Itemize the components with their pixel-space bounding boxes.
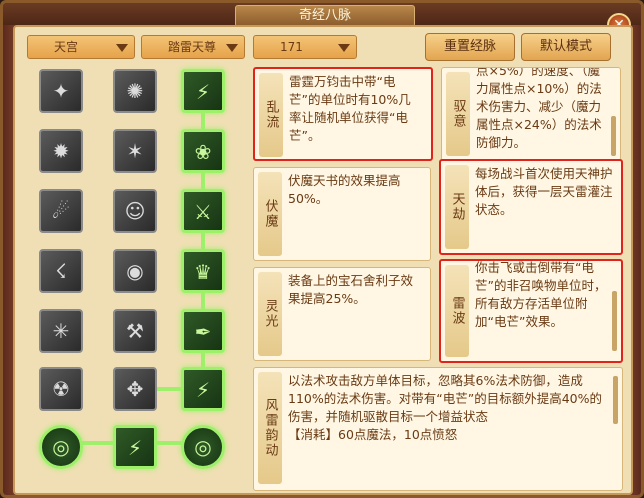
chevron-down-icon	[338, 44, 350, 52]
scrollbar[interactable]	[611, 116, 616, 156]
card-description: 以法术攻击敌方单体目标，忽略其6%法术防御，造成110%的法术伤害。对带有“电芒…	[288, 372, 614, 444]
skill-icon[interactable]: ✺	[113, 69, 157, 113]
card-yuyi[interactable]: 驭意 点×5%）的速度、（魔力属性点×10%）的法术伤害力、减少（魔力属性点×2…	[441, 67, 621, 161]
skill-icon[interactable]: ☢	[39, 367, 83, 411]
card-description: 你击飞或击倒带有“电芒”的非召唤物单位时，所有敌方存活单位附加“电芒”效果。	[475, 260, 607, 329]
skill-icon-active[interactable]: ✒	[181, 309, 225, 353]
skill-icon[interactable]: ◉	[113, 249, 157, 293]
card-description: 点×5%）的速度、（魔力属性点×10%）的法术伤害力、减少（魔力属性点×24%）…	[476, 67, 602, 150]
card-luanliu[interactable]: 乱流 雷霆万钧击中带“电芒”的单位时有10%几率让随机单位获得“电芒”。	[253, 67, 433, 161]
school-value: 天宫	[54, 40, 79, 54]
skill-icon[interactable]: ✶	[113, 129, 157, 173]
skill-icon-active[interactable]: ⚡	[181, 69, 225, 113]
reset-meridian-button[interactable]: 重置经脉	[425, 33, 515, 61]
skill-icon[interactable]: ☇	[39, 249, 83, 293]
card-label: 雷波	[445, 265, 469, 357]
card-description: 伏魔天书的效果提高50%。	[288, 173, 401, 206]
skill-icon-round[interactable]: ◎	[39, 425, 83, 469]
faction-value: 踏雷天尊	[168, 40, 217, 54]
skill-icon-active[interactable]: ⚔	[181, 189, 225, 233]
points-dropdown[interactable]: 171	[253, 35, 357, 59]
skill-cost-text: 【消耗】60点魔法，10点愤怒	[288, 427, 458, 442]
skill-icon-round[interactable]: ◎	[181, 425, 225, 469]
skill-icon[interactable]: ⚒	[113, 309, 157, 353]
school-dropdown[interactable]: 天宫	[27, 35, 135, 59]
skill-icon-active[interactable]: ⚡	[181, 367, 225, 411]
default-mode-button[interactable]: 默认模式	[521, 33, 611, 61]
skill-icon[interactable]: ☺	[113, 189, 157, 233]
skill-icon-active[interactable]: ❀	[181, 129, 225, 173]
card-description: 雷霆万钧击中带“电芒”的单位时有10%几率让随机单位获得“电芒”。	[289, 74, 411, 143]
chevron-down-icon	[116, 44, 128, 52]
skill-icon[interactable]: ✳	[39, 309, 83, 353]
skill-icon[interactable]: ☄	[39, 189, 83, 233]
card-fumo[interactable]: 伏魔 伏魔天书的效果提高50%。	[253, 167, 431, 261]
points-value: 171	[280, 40, 303, 54]
skill-icon-active[interactable]: ⚡	[113, 425, 157, 469]
skill-icon[interactable]: ✦	[39, 69, 83, 113]
card-label: 伏魔	[258, 172, 282, 256]
skill-icon-active[interactable]: ♛	[181, 249, 225, 293]
skill-icon[interactable]: ✥	[113, 367, 157, 411]
card-leibo[interactable]: 雷波 你击飞或击倒带有“电芒”的非召唤物单位时，所有敌方存活单位附加“电芒”效果…	[439, 259, 623, 363]
faction-dropdown[interactable]: 踏雷天尊	[141, 35, 245, 59]
card-fengleiyun[interactable]: 风雷韵动 以法术攻击敌方单体目标，忽略其6%法术防御，造成110%的法术伤害。对…	[253, 367, 623, 491]
chevron-down-icon	[226, 44, 238, 52]
card-label: 乱流	[259, 73, 283, 157]
card-label: 驭意	[446, 72, 470, 156]
card-description: 装备上的宝石舍利子效果提高25%。	[288, 273, 414, 306]
card-lingguang[interactable]: 灵光 装备上的宝石舍利子效果提高25%。	[253, 267, 431, 361]
card-description: 每场战斗首次使用天神护体后，获得一层天雷灌注状态。	[475, 166, 613, 217]
card-label: 灵光	[258, 272, 282, 356]
scrollbar[interactable]	[613, 376, 618, 424]
card-label: 风雷韵动	[258, 372, 282, 484]
skill-icon[interactable]: ✹	[39, 129, 83, 173]
skill-grid: ✦ ✺ ⚡ ✹ ✶ ❀ ☄ ☺ ⚔ ☇ ◉ ♛ ✳ ⚒ ✒ ☢ ✥ ⚡ ◎ ⚡ …	[29, 65, 235, 495]
scrollbar[interactable]	[612, 291, 617, 351]
meridian-window: 奇经八脉 ✕ 天宫 踏雷天尊 171 重置经脉 默认模式 ✦ ✺ ⚡ ✹ ✶ ❀…	[0, 0, 644, 498]
card-label: 天劫	[445, 165, 469, 249]
card-tianjie[interactable]: 天劫 每场战斗首次使用天神护体后，获得一层天雷灌注状态。	[439, 159, 623, 255]
skill-effect-text: 以法术攻击敌方单体目标，忽略其6%法术防御，造成110%的法术伤害。对带有“电芒…	[288, 373, 602, 424]
window-title: 奇经八脉	[235, 5, 415, 27]
